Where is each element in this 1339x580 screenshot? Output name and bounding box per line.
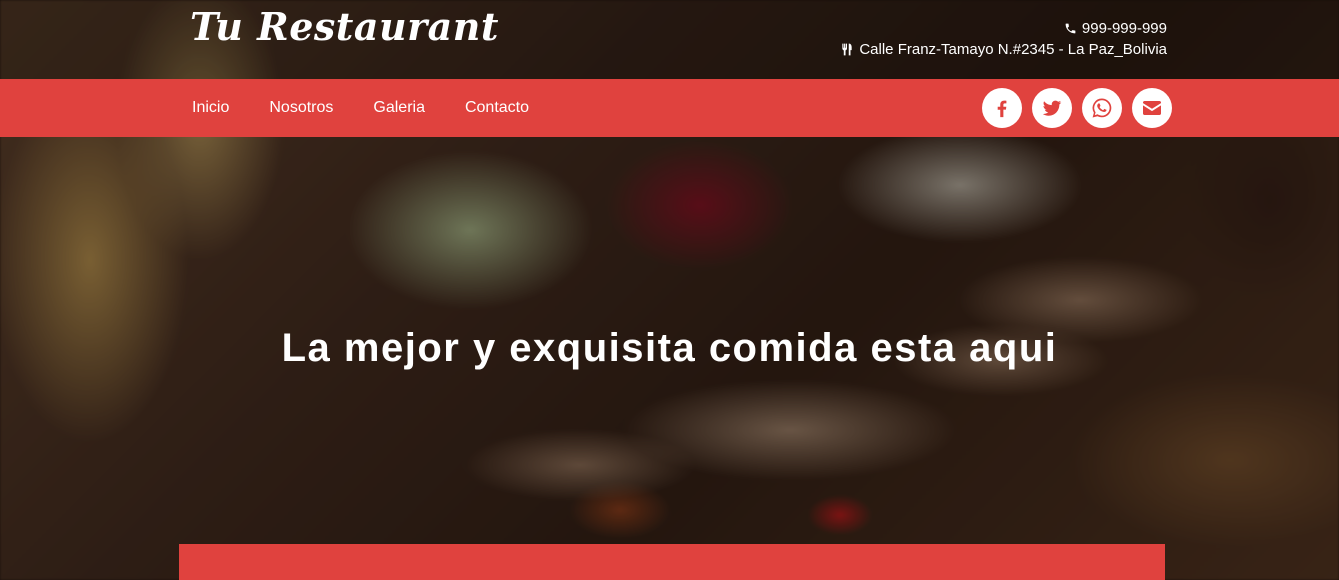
page: Tu Restaurant 999-999-999 Calle Franz-Ta… <box>0 0 1339 580</box>
whatsapp-button[interactable] <box>1082 88 1122 128</box>
nav-links: Inicio Nosotros Galeria Contacto <box>192 79 529 137</box>
email-button[interactable] <box>1132 88 1172 128</box>
main-navbar: Inicio Nosotros Galeria Contacto <box>0 79 1339 137</box>
nav-link-galeria[interactable]: Galeria <box>373 99 425 117</box>
facebook-button[interactable] <box>982 88 1022 128</box>
phone-line: 999-999-999 <box>840 18 1167 39</box>
address-line: Calle Franz-Tamayo N.#2345 - La Paz_Boli… <box>840 39 1167 60</box>
top-header: Tu Restaurant 999-999-999 Calle Franz-Ta… <box>0 0 1339 79</box>
logo[interactable]: Tu Restaurant <box>190 4 499 49</box>
address-text: Calle Franz-Tamayo N.#2345 - La Paz_Boli… <box>859 41 1167 58</box>
envelope-icon <box>1140 96 1164 120</box>
twitter-icon <box>1041 97 1063 119</box>
nav-link-contacto[interactable]: Contacto <box>465 99 529 117</box>
content-section-top <box>179 544 1165 580</box>
whatsapp-icon <box>1090 96 1114 120</box>
twitter-button[interactable] <box>1032 88 1072 128</box>
hero-title: La mejor y exquisita comida esta aqui <box>281 325 1058 370</box>
facebook-icon <box>991 97 1013 119</box>
social-links <box>982 88 1172 128</box>
contact-info: 999-999-999 Calle Franz-Tamayo N.#2345 -… <box>840 18 1167 60</box>
nav-link-inicio[interactable]: Inicio <box>192 99 229 117</box>
phone-icon <box>1064 22 1077 35</box>
cutlery-icon <box>840 42 854 57</box>
phone-number: 999-999-999 <box>1081 20 1167 37</box>
nav-link-nosotros[interactable]: Nosotros <box>269 99 333 117</box>
